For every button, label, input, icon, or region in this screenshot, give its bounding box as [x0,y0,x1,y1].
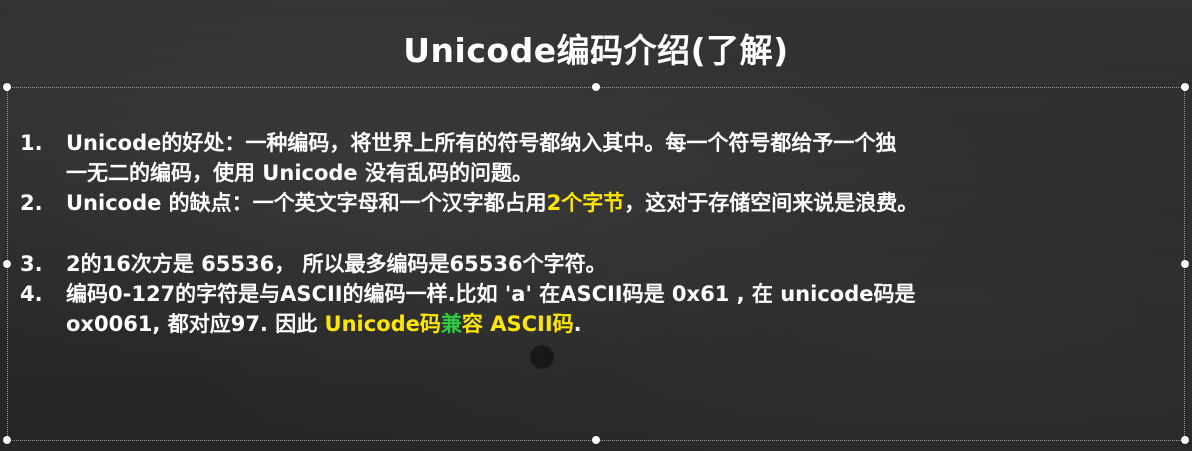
item-text: 2的16次方是 65536， 所以最多编码是65536个字符。 [66,252,607,276]
list-item-3: 3. 2的16次方是 65536， 所以最多编码是65536个字符。 [20,249,1185,279]
item-text: . [573,312,582,336]
list-item-1: 1. Unicode的好处：一种编码，将世界上所有的符号都纳入其中。每一个符号都… [20,128,1185,188]
resize-handle-top-center[interactable] [592,83,600,91]
item-number: 1. [20,131,43,155]
slide-title: Unicode编码介绍(了解) [403,31,789,70]
item-text: ox0061, 都对应97. 因此 [66,312,325,336]
highlight-text: 2个字节 [546,191,625,215]
item-line: ox0061, 都对应97. 因此 Unicode码兼容 ASCII码. [66,309,1185,339]
highlight-text: Unicode码 [324,312,441,336]
resize-handle-bottom-right[interactable] [1181,436,1189,444]
slide: Unicode编码介绍(了解) 1. Unicode的好处：一种编码，将世界上所… [0,0,1192,451]
resize-handle-top-right[interactable] [1181,83,1189,91]
resize-handle-top-left[interactable] [3,83,11,91]
item-text: Unicode 的缺点：一个英文字母和一个汉字都占用 [66,191,547,215]
list-item-2: 2. Unicode 的缺点：一个英文字母和一个汉字都占用2个字节，这对于存储空… [20,188,1185,218]
list-item-4: 4. 编码0-127的字符是与ASCII的编码一样.比如 'a' 在ASCII码… [20,279,1185,339]
bullet-list[interactable]: 1. Unicode的好处：一种编码，将世界上所有的符号都纳入其中。每一个符号都… [20,128,1185,339]
item-number: 4. [20,282,43,306]
item-text: ，这对于存储空间来说是浪费。 [624,191,919,215]
item-line: Unicode的好处：一种编码，将世界上所有的符号都纳入其中。每一个符号都给予一… [66,131,897,155]
highlight-text-green: 兼 [440,312,462,336]
highlight-text: 容 ASCII码 [461,312,574,336]
pointer-cursor-icon [531,346,553,368]
resize-handle-bottom-center[interactable] [592,436,600,444]
item-number: 3. [20,252,43,276]
item-line: 一无二的编码，使用 Unicode 没有乱码的问题。 [66,161,533,185]
item-line: 编码0-127的字符是与ASCII的编码一样.比如 'a' 在ASCII码是 0… [66,282,916,306]
item-number: 2. [20,191,43,215]
resize-handle-middle-left[interactable] [3,260,11,268]
resize-handle-bottom-left[interactable] [3,436,11,444]
rotate-handle[interactable] [591,58,597,64]
